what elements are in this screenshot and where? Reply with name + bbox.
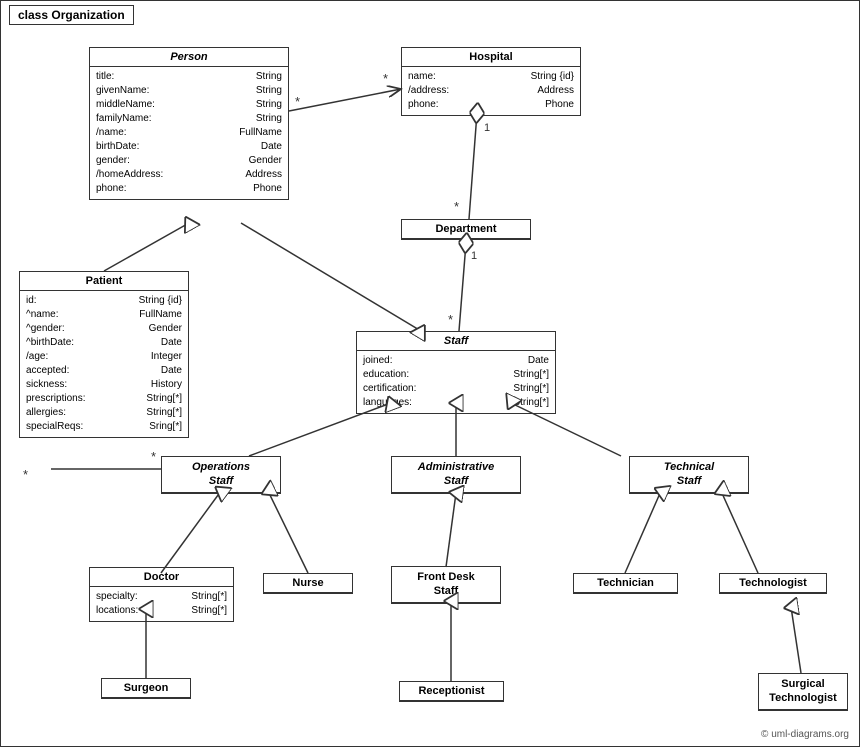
technologist-class: Technologist [719, 573, 827, 594]
hospital-class-attrs: name:String {id} /address:Address phone:… [402, 67, 580, 115]
department-class-name: Department [402, 220, 530, 239]
svg-text:*: * [454, 199, 459, 214]
person-class-attrs: title:String givenName:String middleName… [90, 67, 288, 199]
front-desk-staff-class: Front DeskStaff [391, 566, 501, 604]
svg-text:1: 1 [471, 250, 477, 262]
doctor-class: Doctor specialty:String[*] locations:Str… [89, 567, 234, 622]
svg-text:1: 1 [484, 122, 490, 134]
nurse-class: Nurse [263, 573, 353, 594]
surgeon-class: Surgeon [101, 678, 191, 699]
svg-text:*: * [383, 71, 388, 86]
diagram-container: class Organization Person title:String g… [0, 0, 860, 747]
doctor-class-name: Doctor [90, 568, 233, 587]
staff-class-attrs: joined:Date education:String[*] certific… [357, 351, 555, 413]
front-desk-staff-class-name: Front DeskStaff [392, 567, 500, 603]
nurse-class-name: Nurse [264, 574, 352, 593]
operations-staff-class: OperationsStaff [161, 456, 281, 494]
patient-class-attrs: id:String {id} ^name:FullName ^gender:Ge… [20, 291, 188, 437]
department-class: Department [401, 219, 531, 240]
person-class-name: Person [90, 48, 288, 67]
svg-text:*: * [295, 94, 300, 109]
receptionist-class: Receptionist [399, 681, 504, 702]
technician-class-name: Technician [574, 574, 677, 593]
diagram-title: class Organization [9, 5, 134, 25]
patient-class: Patient id:String {id} ^name:FullName ^g… [19, 271, 189, 438]
technical-staff-class-name: TechnicalStaff [630, 457, 748, 493]
surgeon-class-name: Surgeon [102, 679, 190, 698]
technical-staff-class: TechnicalStaff [629, 456, 749, 494]
technologist-class-name: Technologist [720, 574, 826, 593]
administrative-staff-class: AdministrativeStaff [391, 456, 521, 494]
hospital-class: Hospital name:String {id} /address:Addre… [401, 47, 581, 116]
svg-text:*: * [151, 449, 156, 464]
staff-class: Staff joined:Date education:String[*] ce… [356, 331, 556, 414]
surgical-technologist-class-name: SurgicalTechnologist [759, 674, 847, 710]
patient-class-name: Patient [20, 272, 188, 291]
svg-text:*: * [448, 312, 453, 327]
hospital-class-name: Hospital [402, 48, 580, 67]
administrative-staff-class-name: AdministrativeStaff [392, 457, 520, 493]
surgical-technologist-class: SurgicalTechnologist [758, 673, 848, 711]
person-class: Person title:String givenName:String mid… [89, 47, 289, 200]
receptionist-class-name: Receptionist [400, 682, 503, 701]
operations-staff-class-name: OperationsStaff [162, 457, 280, 493]
staff-class-name: Staff [357, 332, 555, 351]
copyright: © uml-diagrams.org [761, 729, 849, 740]
doctor-class-attrs: specialty:String[*] locations:String[*] [90, 587, 233, 621]
technician-class: Technician [573, 573, 678, 594]
svg-text:*: * [23, 467, 28, 482]
